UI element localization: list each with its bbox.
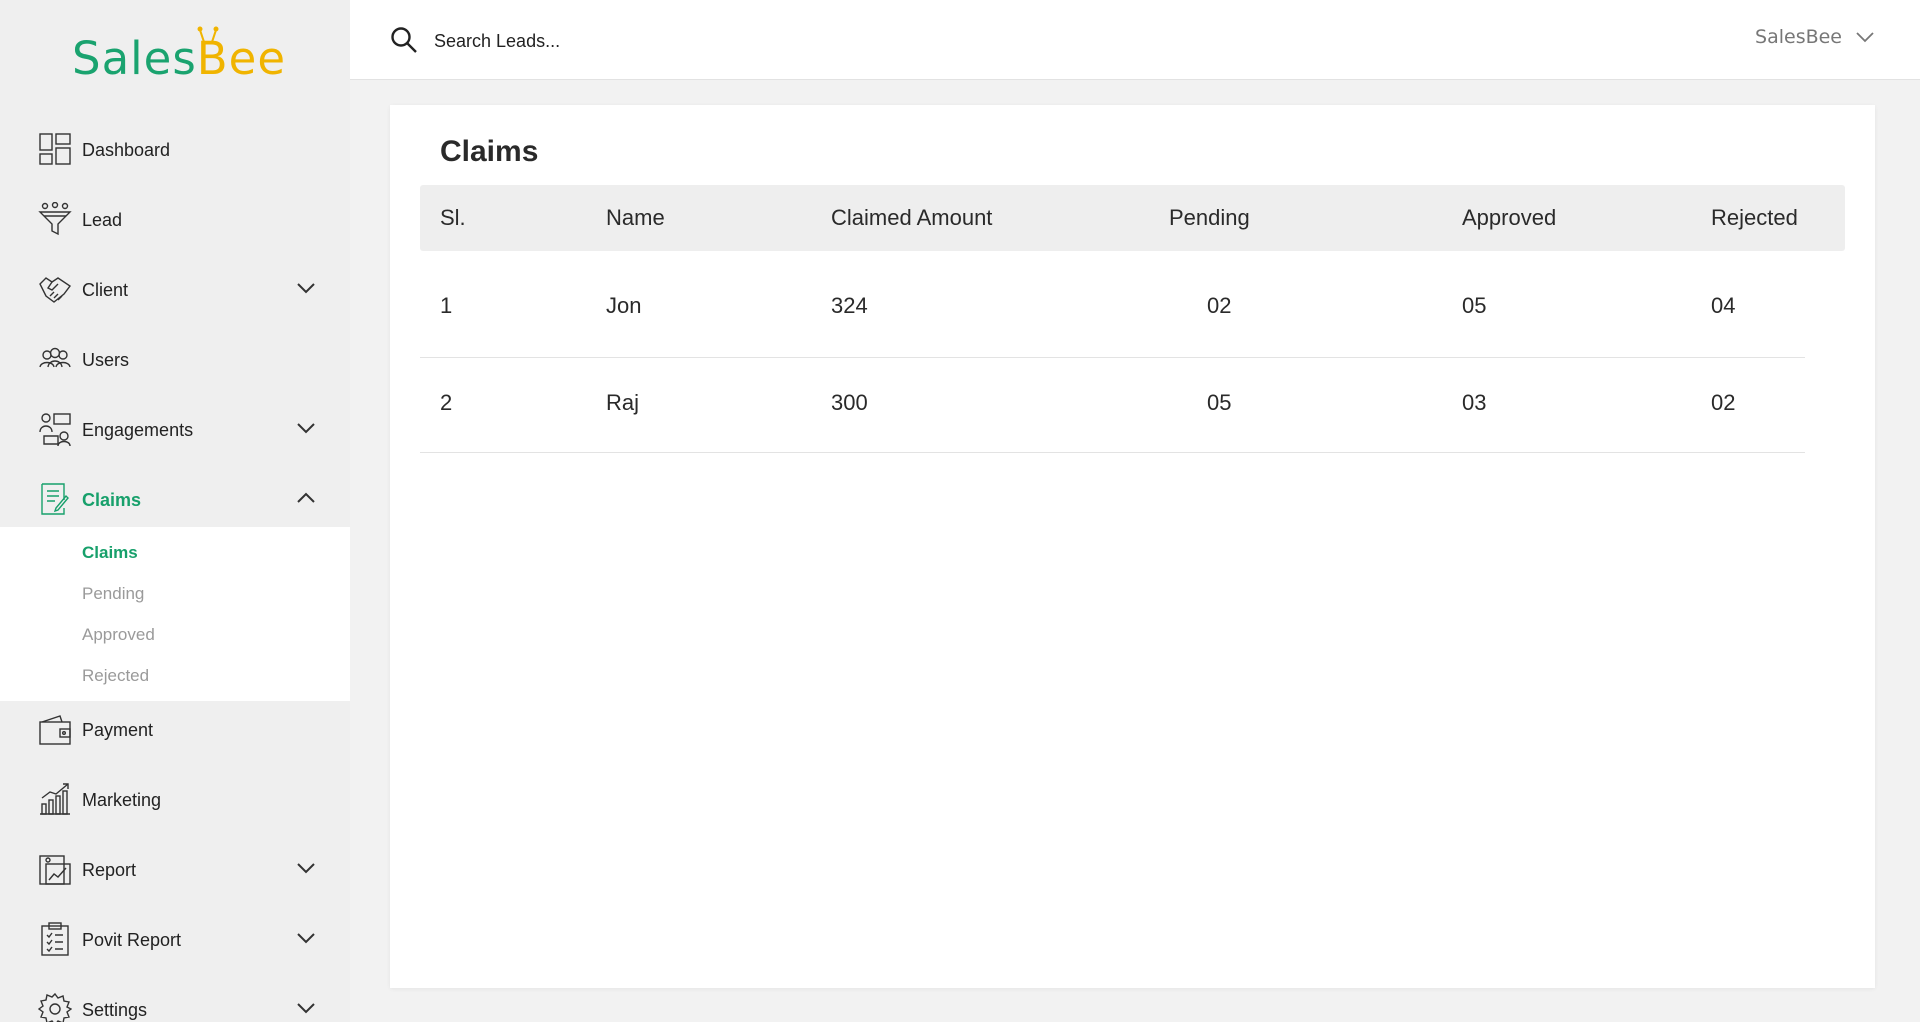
cell-name: Jon [606, 293, 642, 318]
cell-sl: 1 [440, 293, 453, 318]
cell-sl: 2 [440, 390, 453, 415]
top-bar: SalesBee [350, 0, 1920, 80]
column-header-rejected: Rejected [1711, 205, 1798, 230]
sidebar-item-report[interactable]: Report [0, 840, 350, 900]
sidebar-item-label: Users [82, 349, 130, 370]
claims-submenu: Claims Pending Approved Rejected [0, 527, 350, 701]
cell-claimed-amount: 324 [831, 293, 868, 318]
sidebar-item-marketing[interactable]: Marketing [0, 770, 350, 830]
wallet-icon [38, 712, 72, 746]
report-icon [38, 852, 72, 886]
sidebar-item-label: Lead [82, 209, 123, 230]
logo-text: SalesBee [72, 32, 286, 85]
sidebar-item-label: Claims [82, 489, 142, 510]
cell-approved: 05 [1462, 293, 1487, 318]
table-row[interactable]: 2 Raj 300 05 03 02 [420, 358, 1805, 453]
dashboard-icon [38, 132, 72, 166]
search-icon[interactable] [390, 26, 418, 54]
chart-icon [38, 782, 72, 816]
claims-icon [38, 482, 72, 516]
sidebar-item-label: Client [82, 279, 129, 300]
search-input[interactable] [434, 26, 1034, 56]
sidebar: SalesBee Dashboard Lead Client Users Eng [0, 0, 350, 1022]
sidebar-item-settings[interactable]: Settings [0, 980, 350, 1022]
cell-rejected: 04 [1711, 293, 1736, 318]
sidebar-item-povit-report[interactable]: Povit Report [0, 910, 350, 970]
sidebar-item-users[interactable]: Users [0, 330, 350, 390]
page-title: Claims [440, 135, 539, 168]
sidebar-item-label: Marketing [82, 789, 162, 810]
sidebar-item-claims[interactable]: Claims [0, 470, 350, 530]
cell-name: Raj [606, 390, 640, 415]
logo-sales-text: Sales [72, 32, 197, 85]
sidebar-item-label: Povit Report [82, 929, 182, 950]
submenu-item-pending[interactable]: Pending [82, 584, 144, 604]
sidebar-item-label: Engagements [82, 419, 194, 440]
sidebar-item-lead[interactable]: Lead [0, 190, 350, 250]
chevron-up-icon[interactable] [296, 491, 316, 505]
users-icon [38, 342, 72, 376]
handshake-icon [38, 272, 72, 306]
cell-pending: 05 [1207, 390, 1232, 415]
cell-pending: 02 [1207, 293, 1232, 318]
column-header-approved: Approved [1462, 205, 1557, 230]
column-header-sl: Sl. [440, 205, 466, 230]
chevron-down-icon[interactable] [296, 1001, 316, 1015]
chevron-down-icon[interactable] [296, 421, 316, 435]
sidebar-item-label: Dashboard [82, 139, 171, 160]
chevron-down-icon[interactable] [296, 861, 316, 875]
salesbee-logo[interactable]: SalesBee [72, 24, 292, 88]
sidebar-item-label: Report [82, 859, 137, 880]
sidebar-item-client[interactable]: Client [0, 260, 350, 320]
claims-card: Claims Sl. Name Claimed Amount Pending A… [390, 105, 1875, 988]
sidebar-item-engagements[interactable]: Engagements [0, 400, 350, 460]
cell-approved: 03 [1462, 390, 1487, 415]
sidebar-item-payment[interactable]: Payment [0, 700, 350, 760]
clipboard-icon [38, 922, 72, 956]
sidebar-item-dashboard[interactable]: Dashboard [0, 120, 350, 180]
cell-claimed-amount: 300 [831, 390, 868, 415]
column-header-name: Name [606, 205, 665, 230]
submenu-item-approved[interactable]: Approved [82, 625, 155, 645]
table-row[interactable]: 1 Jon 324 02 05 04 [420, 263, 1805, 358]
table-header: Sl. Name Claimed Amount Pending Approved… [420, 185, 1845, 251]
gear-icon [37, 992, 73, 1022]
funnel-icon [38, 201, 72, 236]
user-name: SalesBee [1755, 26, 1842, 48]
column-header-claimed-amount: Claimed Amount [831, 205, 993, 230]
user-menu[interactable]: SalesBee [1755, 26, 1874, 48]
submenu-item-claims[interactable]: Claims [82, 543, 138, 563]
chevron-down-icon [1856, 32, 1874, 43]
sidebar-item-label: Settings [82, 999, 148, 1020]
cell-rejected: 02 [1711, 390, 1736, 415]
chevron-down-icon[interactable] [296, 281, 316, 295]
logo-bee-text: Bee [196, 32, 287, 85]
column-header-pending: Pending [1169, 205, 1250, 230]
engagements-icon [38, 412, 72, 447]
chevron-down-icon[interactable] [296, 931, 316, 945]
sidebar-item-label: Payment [82, 719, 154, 740]
submenu-item-rejected[interactable]: Rejected [82, 666, 149, 686]
